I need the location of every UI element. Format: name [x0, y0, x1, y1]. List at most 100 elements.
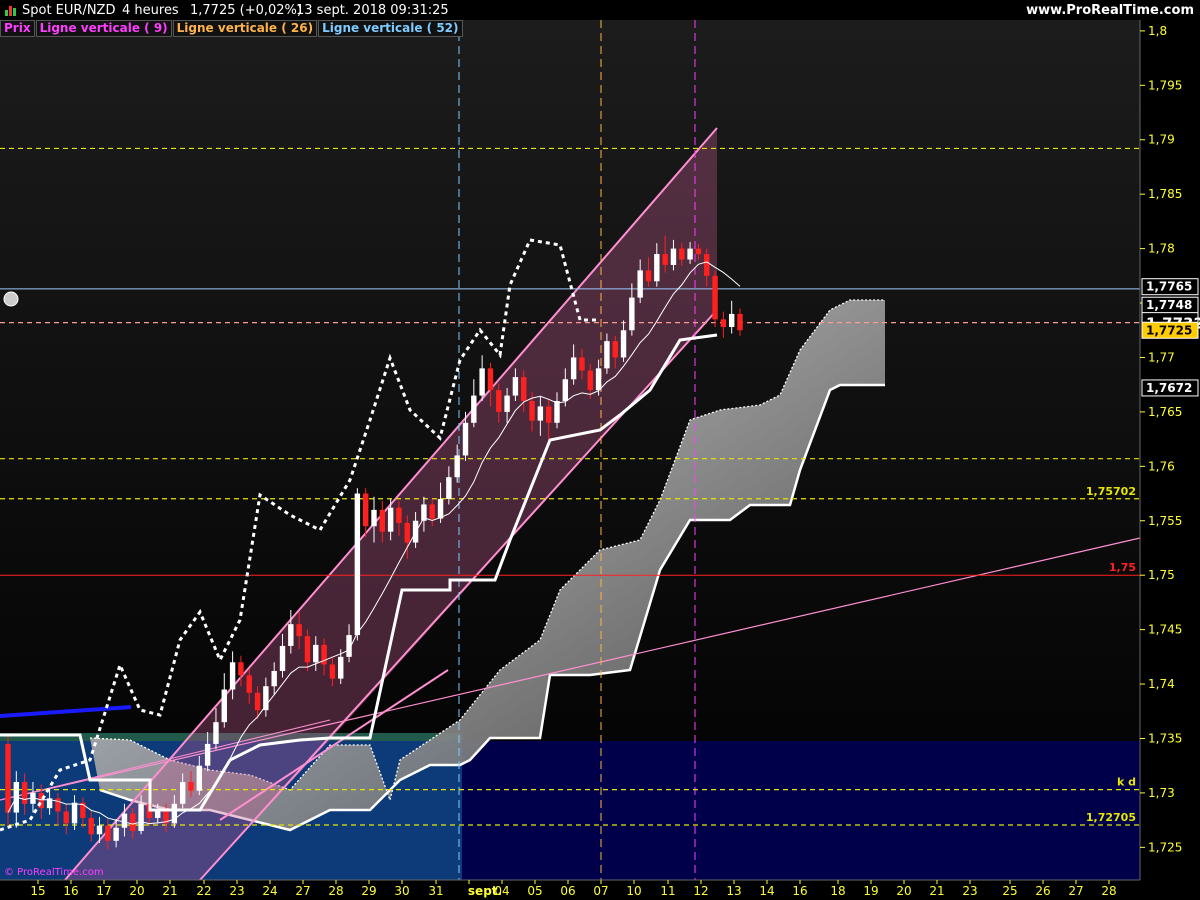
candle-body-48[interactable]: [404, 522, 410, 543]
y-tick-label-4: 1,78: [1148, 242, 1175, 256]
candle-body-84[interactable]: [704, 254, 710, 276]
candle-body-61[interactable]: [512, 377, 519, 396]
candle-body-35[interactable]: [296, 624, 302, 637]
candle-body-44[interactable]: [371, 509, 377, 527]
candle-body-0[interactable]: [5, 743, 11, 813]
y-tick-label-12: 1,74: [1148, 677, 1175, 691]
candle-body-43[interactable]: [362, 493, 369, 527]
x-tick-label-3: 20: [129, 884, 144, 898]
candle-body-18[interactable]: [155, 811, 161, 818]
candle-body-11[interactable]: [96, 825, 103, 835]
candle-body-88[interactable]: [737, 313, 743, 331]
candle-body-27[interactable]: [229, 662, 236, 690]
candle-body-77[interactable]: [645, 270, 652, 282]
candle-body-56[interactable]: [471, 395, 477, 423]
candle-body-21[interactable]: [179, 782, 186, 804]
candle-body-34[interactable]: [288, 624, 294, 646]
candle-body-78[interactable]: [654, 254, 660, 282]
candle-body-83[interactable]: [695, 248, 702, 255]
candle-body-36[interactable]: [304, 636, 311, 663]
candle-body-2[interactable]: [21, 782, 28, 804]
candle-body-71[interactable]: [595, 368, 602, 391]
candle-body-59[interactable]: [496, 390, 502, 412]
candle-body-53[interactable]: [446, 477, 452, 499]
candle-body-42[interactable]: [354, 493, 361, 636]
candle-body-12[interactable]: [105, 825, 111, 841]
candle-body-10[interactable]: [88, 817, 94, 835]
candle-body-13[interactable]: [113, 827, 119, 841]
candle-body-51[interactable]: [429, 504, 435, 519]
candle-body-57[interactable]: [479, 368, 485, 396]
candle-body-25[interactable]: [213, 722, 219, 744]
candle-body-8[interactable]: [71, 802, 78, 824]
candle-body-69[interactable]: [579, 357, 585, 371]
candle-body-7[interactable]: [63, 811, 69, 824]
y-tick-label-10: 1,75: [1148, 568, 1175, 582]
alert-icon[interactable]: [3, 291, 19, 307]
candle-body-55[interactable]: [462, 422, 469, 456]
x-tick-label-32: 28: [1101, 884, 1116, 898]
candle-body-39[interactable]: [329, 664, 336, 679]
candle-body-46[interactable]: [387, 507, 394, 532]
candle-body-33[interactable]: [279, 645, 286, 671]
y-tick-label-0: 1,8: [1148, 24, 1167, 38]
candle-body-86[interactable]: [720, 319, 727, 327]
candle-body-20[interactable]: [171, 803, 178, 824]
candle-body-26[interactable]: [221, 689, 227, 723]
candle-body-81[interactable]: [679, 248, 685, 260]
timeframe-label[interactable]: 4 heures: [122, 3, 179, 18]
candle-body-24[interactable]: [204, 743, 211, 766]
legend-item-3[interactable]: Ligne verticale ( 52): [318, 20, 463, 37]
candle-body-66[interactable]: [554, 401, 560, 423]
x-tick-label-18: 10: [626, 884, 641, 898]
candle-body-54[interactable]: [454, 455, 460, 478]
candle-body-58[interactable]: [487, 368, 494, 391]
candle-body-23[interactable]: [196, 765, 203, 791]
candle-body-73[interactable]: [612, 341, 618, 358]
candle-body-76[interactable]: [637, 270, 643, 298]
legend-item-2[interactable]: Ligne verticale ( 26): [172, 20, 318, 37]
candle-body-82[interactable]: [687, 248, 693, 260]
x-tick-label-14: 04: [494, 884, 509, 898]
candle-body-30[interactable]: [254, 692, 261, 711]
candle-body-68[interactable]: [570, 357, 577, 380]
candle-body-45[interactable]: [379, 509, 386, 532]
brand-link[interactable]: www.ProRealTime.com: [1026, 3, 1194, 18]
candle-body-70[interactable]: [587, 370, 593, 391]
x-tick-label-31: 27: [1068, 884, 1083, 898]
candle-body-79[interactable]: [662, 254, 668, 265]
candle-body-65[interactable]: [545, 406, 552, 423]
candle-body-85[interactable]: [712, 275, 718, 320]
x-tick-label-22: 14: [759, 884, 774, 898]
candle-body-16[interactable]: [138, 803, 144, 832]
candle-body-31[interactable]: [263, 686, 269, 711]
legend-item-1[interactable]: Ligne verticale ( 9): [35, 20, 172, 37]
candle-body-60[interactable]: [504, 395, 510, 412]
candle-body-80[interactable]: [670, 248, 677, 265]
candle-body-52[interactable]: [437, 498, 444, 519]
candle-body-62[interactable]: [521, 377, 527, 402]
candle-body-32[interactable]: [271, 670, 277, 687]
candle-body-47[interactable]: [396, 507, 402, 523]
candle-body-64[interactable]: [537, 406, 544, 421]
x-tick-label-16: 06: [560, 884, 575, 898]
candle-body-75[interactable]: [629, 297, 635, 331]
candle-body-22[interactable]: [188, 782, 194, 791]
candle-body-14[interactable]: [121, 813, 128, 828]
candle-body-63[interactable]: [529, 401, 535, 421]
candle-body-6[interactable]: [55, 798, 61, 812]
price-chart[interactable]: 1,75702 1,75 k d 1,72705 1,8 1,795 1,79 1,785 1,…: [0, 0, 1200, 900]
candle-body-40[interactable]: [338, 656, 344, 679]
candle-body-29[interactable]: [246, 675, 252, 693]
candle-body-28[interactable]: [238, 662, 244, 676]
candle-body-37[interactable]: [313, 644, 319, 663]
candle-body-15[interactable]: [130, 813, 136, 832]
candle-body-72[interactable]: [604, 341, 610, 369]
candle-body-87[interactable]: [728, 313, 735, 327]
x-tick-label-4: 21: [162, 884, 177, 898]
candle-body-67[interactable]: [562, 379, 569, 402]
x-tick-label-6: 23: [229, 884, 244, 898]
symbol-label[interactable]: Spot EUR/NZD: [22, 3, 115, 18]
legend-item-0[interactable]: Prix: [0, 20, 35, 37]
candle-body-74[interactable]: [620, 330, 627, 358]
